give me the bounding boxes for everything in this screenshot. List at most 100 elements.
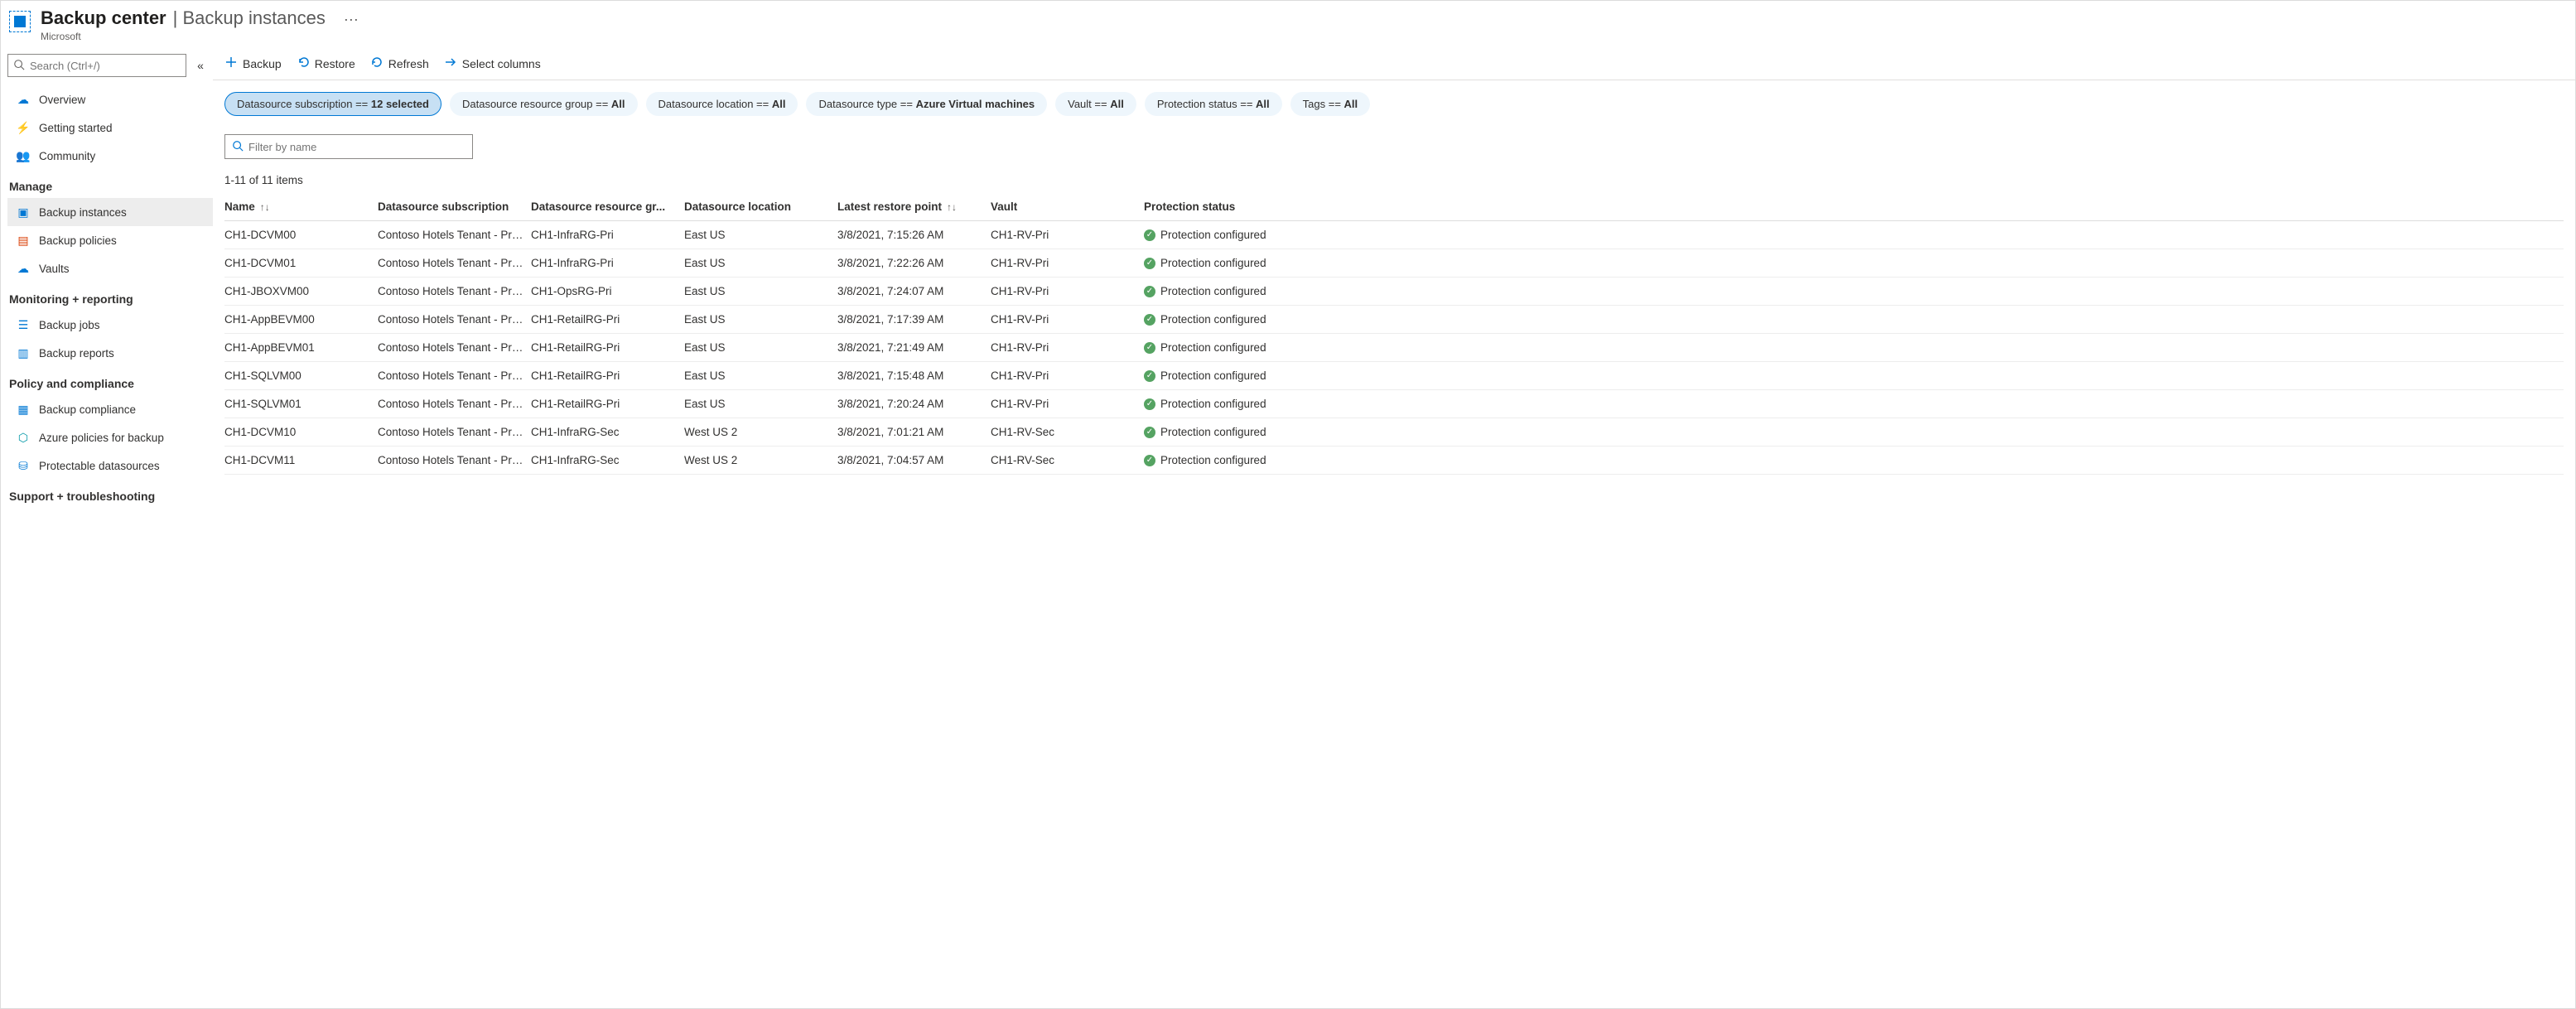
toolbar-refresh[interactable]: Refresh — [370, 56, 429, 71]
filter-value: All — [1344, 98, 1358, 110]
sort-icon[interactable]: ↑↓ — [260, 201, 270, 213]
cell-resource-group: CH1-InfraRG-Pri — [531, 229, 684, 241]
success-icon: ✓ — [1144, 455, 1155, 466]
filter-label: Datasource subscription == — [237, 98, 371, 110]
cell-restore-point: 3/8/2021, 7:22:26 AM — [837, 257, 991, 269]
filter-pill[interactable]: Vault == All — [1055, 92, 1136, 116]
sort-icon[interactable]: ↑↓ — [947, 201, 957, 213]
table-row[interactable]: CH1-DCVM01Contoso Hotels Tenant - Pro...… — [224, 249, 2564, 278]
instance-icon: ▣ — [16, 205, 31, 220]
sidebar-item-label: Backup instances — [39, 206, 127, 219]
cell-vault: CH1-RV-Pri — [991, 313, 1144, 326]
cell-name: CH1-DCVM11 — [224, 454, 378, 466]
page-subtitle: | Backup instances — [173, 7, 326, 29]
cell-subscription: Contoso Hotels Tenant - Pro... — [378, 341, 531, 354]
filter-value: All — [611, 98, 625, 110]
filter-pill[interactable]: Protection status == All — [1145, 92, 1282, 116]
cell-restore-point: 3/8/2021, 7:21:49 AM — [837, 341, 991, 354]
cell-location: East US — [684, 285, 837, 297]
filter-pill[interactable]: Datasource location == All — [646, 92, 798, 116]
filter-by-name-input[interactable] — [248, 141, 466, 153]
arrow-icon — [444, 56, 457, 71]
sidebar-item-backup-policies[interactable]: ▤Backup policies — [7, 226, 213, 254]
cell-subscription: Contoso Hotels Tenant - Pro... — [378, 257, 531, 269]
table-row[interactable]: CH1-AppBEVM00Contoso Hotels Tenant - Pro… — [224, 306, 2564, 334]
filter-pill[interactable]: Datasource subscription == 12 selected — [224, 92, 441, 116]
sidebar-item-azure-policies[interactable]: ⬡Azure policies for backup — [7, 423, 213, 451]
cell-restore-point: 3/8/2021, 7:24:07 AM — [837, 285, 991, 297]
instances-table: Name↑↓ Datasource subscription Datasourc… — [213, 193, 2575, 475]
sidebar-item-getting-started[interactable]: ⚡Getting started — [7, 113, 213, 142]
page-title: Backup center — [41, 7, 166, 29]
filter-pill[interactable]: Tags == All — [1290, 92, 1371, 116]
filter-by-name[interactable] — [224, 134, 473, 159]
cell-status: ✓Protection configured — [1144, 426, 2564, 438]
filter-pill[interactable]: Datasource resource group == All — [450, 92, 638, 116]
cell-name: CH1-JBOXVM00 — [224, 285, 378, 297]
success-icon: ✓ — [1144, 427, 1155, 438]
sidebar-item-protectable[interactable]: ⛁Protectable datasources — [7, 451, 213, 480]
cell-subscription: Contoso Hotels Tenant - Pro... — [378, 426, 531, 438]
cell-name: CH1-AppBEVM00 — [224, 313, 378, 326]
sidebar-item-label: Azure policies for backup — [39, 432, 164, 444]
more-menu-icon[interactable]: ··· — [344, 11, 359, 28]
sidebar-item-community[interactable]: 👥Community — [7, 142, 213, 170]
cell-restore-point: 3/8/2021, 7:15:48 AM — [837, 369, 991, 382]
cell-restore-point: 3/8/2021, 7:01:21 AM — [837, 426, 991, 438]
collapse-sidebar-icon[interactable]: « — [191, 59, 210, 72]
col-name[interactable]: Name↑↓ — [224, 200, 378, 213]
toolbar-label: Refresh — [388, 57, 429, 70]
sidebar-item-label: Backup jobs — [39, 319, 100, 331]
col-resource-group[interactable]: Datasource resource gr... — [531, 200, 684, 213]
table-row[interactable]: CH1-DCVM00Contoso Hotels Tenant - Pro...… — [224, 221, 2564, 249]
success-icon: ✓ — [1144, 370, 1155, 382]
toolbar-restore[interactable]: Restore — [297, 56, 355, 71]
filter-value: All — [1256, 98, 1270, 110]
table-row[interactable]: CH1-SQLVM01Contoso Hotels Tenant - Pro..… — [224, 390, 2564, 418]
cell-restore-point: 3/8/2021, 7:15:26 AM — [837, 229, 991, 241]
col-status[interactable]: Protection status — [1144, 200, 2564, 213]
col-location[interactable]: Datasource location — [684, 200, 837, 213]
cell-name: CH1-DCVM01 — [224, 257, 378, 269]
table-row[interactable]: CH1-AppBEVM01Contoso Hotels Tenant - Pro… — [224, 334, 2564, 362]
sidebar-item-backup-jobs[interactable]: ☰Backup jobs — [7, 311, 213, 339]
filter-value: Azure Virtual machines — [916, 98, 1035, 110]
cell-location: East US — [684, 229, 837, 241]
sidebar-item-label: Backup reports — [39, 347, 114, 360]
sidebar-item-backup-compliance[interactable]: ▦ Backup compliance — [7, 395, 213, 423]
search-icon — [13, 59, 25, 73]
cell-subscription: Contoso Hotels Tenant - Pro... — [378, 229, 531, 241]
vault-icon: ☁ — [16, 262, 31, 276]
toolbar-select-columns[interactable]: Select columns — [444, 56, 541, 71]
sidebar-item-label: Backup compliance — [39, 403, 136, 416]
sidebar-item-backup-reports[interactable]: ▥ Backup reports — [7, 339, 213, 367]
cell-resource-group: CH1-OpsRG-Pri — [531, 285, 684, 297]
filter-label: Protection status == — [1157, 98, 1256, 110]
col-vault[interactable]: Vault — [991, 200, 1144, 213]
col-restore-point[interactable]: Latest restore point↑↓ — [837, 200, 991, 213]
table-row[interactable]: CH1-SQLVM00Contoso Hotels Tenant - Pro..… — [224, 362, 2564, 390]
sidebar-search[interactable] — [7, 54, 186, 77]
cell-restore-point: 3/8/2021, 7:20:24 AM — [837, 398, 991, 410]
table-header-row: Name↑↓ Datasource subscription Datasourc… — [224, 193, 2564, 221]
toolbar-backup[interactable]: Backup — [224, 56, 282, 71]
filter-pill[interactable]: Datasource type == Azure Virtual machine… — [806, 92, 1047, 116]
filter-label: Tags == — [1303, 98, 1344, 110]
cloud-icon: ☁ — [16, 93, 31, 107]
table-row[interactable]: CH1-DCVM11Contoso Hotels Tenant - Pro...… — [224, 447, 2564, 475]
item-count: 1-11 of 11 items — [213, 162, 2575, 193]
sidebar-item-vaults[interactable]: ☁Vaults — [7, 254, 213, 282]
chart-icon: ▥ — [16, 346, 31, 360]
cell-status: ✓Protection configured — [1144, 369, 2564, 382]
compliance-icon: ▦ — [16, 403, 31, 417]
cell-vault: CH1-RV-Sec — [991, 426, 1144, 438]
sidebar-item-label: Overview — [39, 94, 85, 106]
sidebar-item-overview[interactable]: ☁ Overview — [7, 85, 213, 113]
sidebar-search-input[interactable] — [30, 60, 181, 72]
cell-name: CH1-DCVM00 — [224, 229, 378, 241]
col-subscription[interactable]: Datasource subscription — [378, 200, 531, 213]
cell-resource-group: CH1-InfraRG-Sec — [531, 454, 684, 466]
table-row[interactable]: CH1-DCVM10Contoso Hotels Tenant - Pro...… — [224, 418, 2564, 447]
sidebar-item-backup-instances[interactable]: ▣ Backup instances — [7, 198, 213, 226]
table-row[interactable]: CH1-JBOXVM00Contoso Hotels Tenant - Pro.… — [224, 278, 2564, 306]
